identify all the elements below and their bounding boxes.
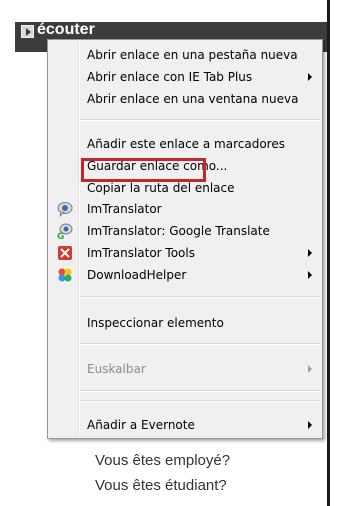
menu-separator xyxy=(80,400,320,402)
submenu-arrow-icon xyxy=(308,421,312,429)
menu-item-open-ie-tab[interactable]: Abrir enlace con IE Tab Plus xyxy=(50,66,320,88)
svg-text:G: G xyxy=(57,232,64,239)
menu-item-label: ImTranslator: Google Translate xyxy=(87,224,270,238)
submenu-arrow-icon xyxy=(308,249,312,257)
menu-item-imtranslator-google[interactable]: G ImTranslator: Google Translate xyxy=(50,220,320,242)
context-menu: Abrir enlace en una pestaña nueva Abrir … xyxy=(47,39,323,439)
menu-item-label: ImTranslator Tools xyxy=(87,246,195,260)
menu-item-label: Euskalbar xyxy=(87,362,146,376)
link-student[interactable]: Vous êtes étudiant? xyxy=(95,477,227,494)
menu-item-label: Añadir este enlace a marcadores xyxy=(87,137,285,151)
google-translate-icon: G xyxy=(57,223,73,239)
menu-item-label: Abrir enlace con IE Tab Plus xyxy=(87,70,253,84)
menu-separator xyxy=(80,343,320,345)
play-icon xyxy=(21,25,34,38)
menu-separator xyxy=(80,390,320,392)
header-title[interactable]: écouter xyxy=(37,20,95,40)
menu-item-imtranslator-tools[interactable]: ImTranslator Tools xyxy=(50,242,320,264)
menu-item-label: Abrir enlace en una pestaña nueva xyxy=(87,48,298,62)
menu-item-label: Inspeccionar elemento xyxy=(87,316,224,330)
page-edge xyxy=(327,0,330,506)
menu-separator xyxy=(80,296,320,298)
menu-item-add-to-evernote[interactable]: Añadir a Evernote xyxy=(50,414,320,436)
menu-item-label: Abrir enlace en una ventana nueva xyxy=(87,92,299,106)
menu-item-open-new-window[interactable]: Abrir enlace en una ventana nueva xyxy=(50,88,320,110)
submenu-arrow-icon xyxy=(308,73,312,81)
submenu-arrow-icon xyxy=(308,271,312,279)
menu-separator xyxy=(80,119,320,121)
menu-item-bookmark-link[interactable]: Añadir este enlace a marcadores xyxy=(50,133,320,155)
submenu-arrow-icon xyxy=(308,365,312,373)
translator-tools-icon xyxy=(58,246,72,260)
menu-item-imtranslator[interactable]: ImTranslator xyxy=(50,198,320,220)
menu-item-label: ImTranslator xyxy=(87,202,162,216)
menu-item-label: Añadir a Evernote xyxy=(87,418,195,432)
menu-item-open-new-tab[interactable]: Abrir enlace en una pestaña nueva xyxy=(50,44,320,66)
link-employee[interactable]: Vous êtes employé? xyxy=(95,452,230,469)
menu-item-euskalbar[interactable]: Euskalbar xyxy=(50,358,320,380)
translator-icon xyxy=(57,202,73,217)
highlight-annotation xyxy=(81,158,206,182)
menu-item-downloadhelper[interactable]: DownloadHelper xyxy=(50,264,320,286)
downloadhelper-icon xyxy=(58,268,72,282)
menu-item-inspect-element[interactable]: Inspeccionar elemento xyxy=(50,312,320,334)
menu-item-label: DownloadHelper xyxy=(87,268,187,282)
